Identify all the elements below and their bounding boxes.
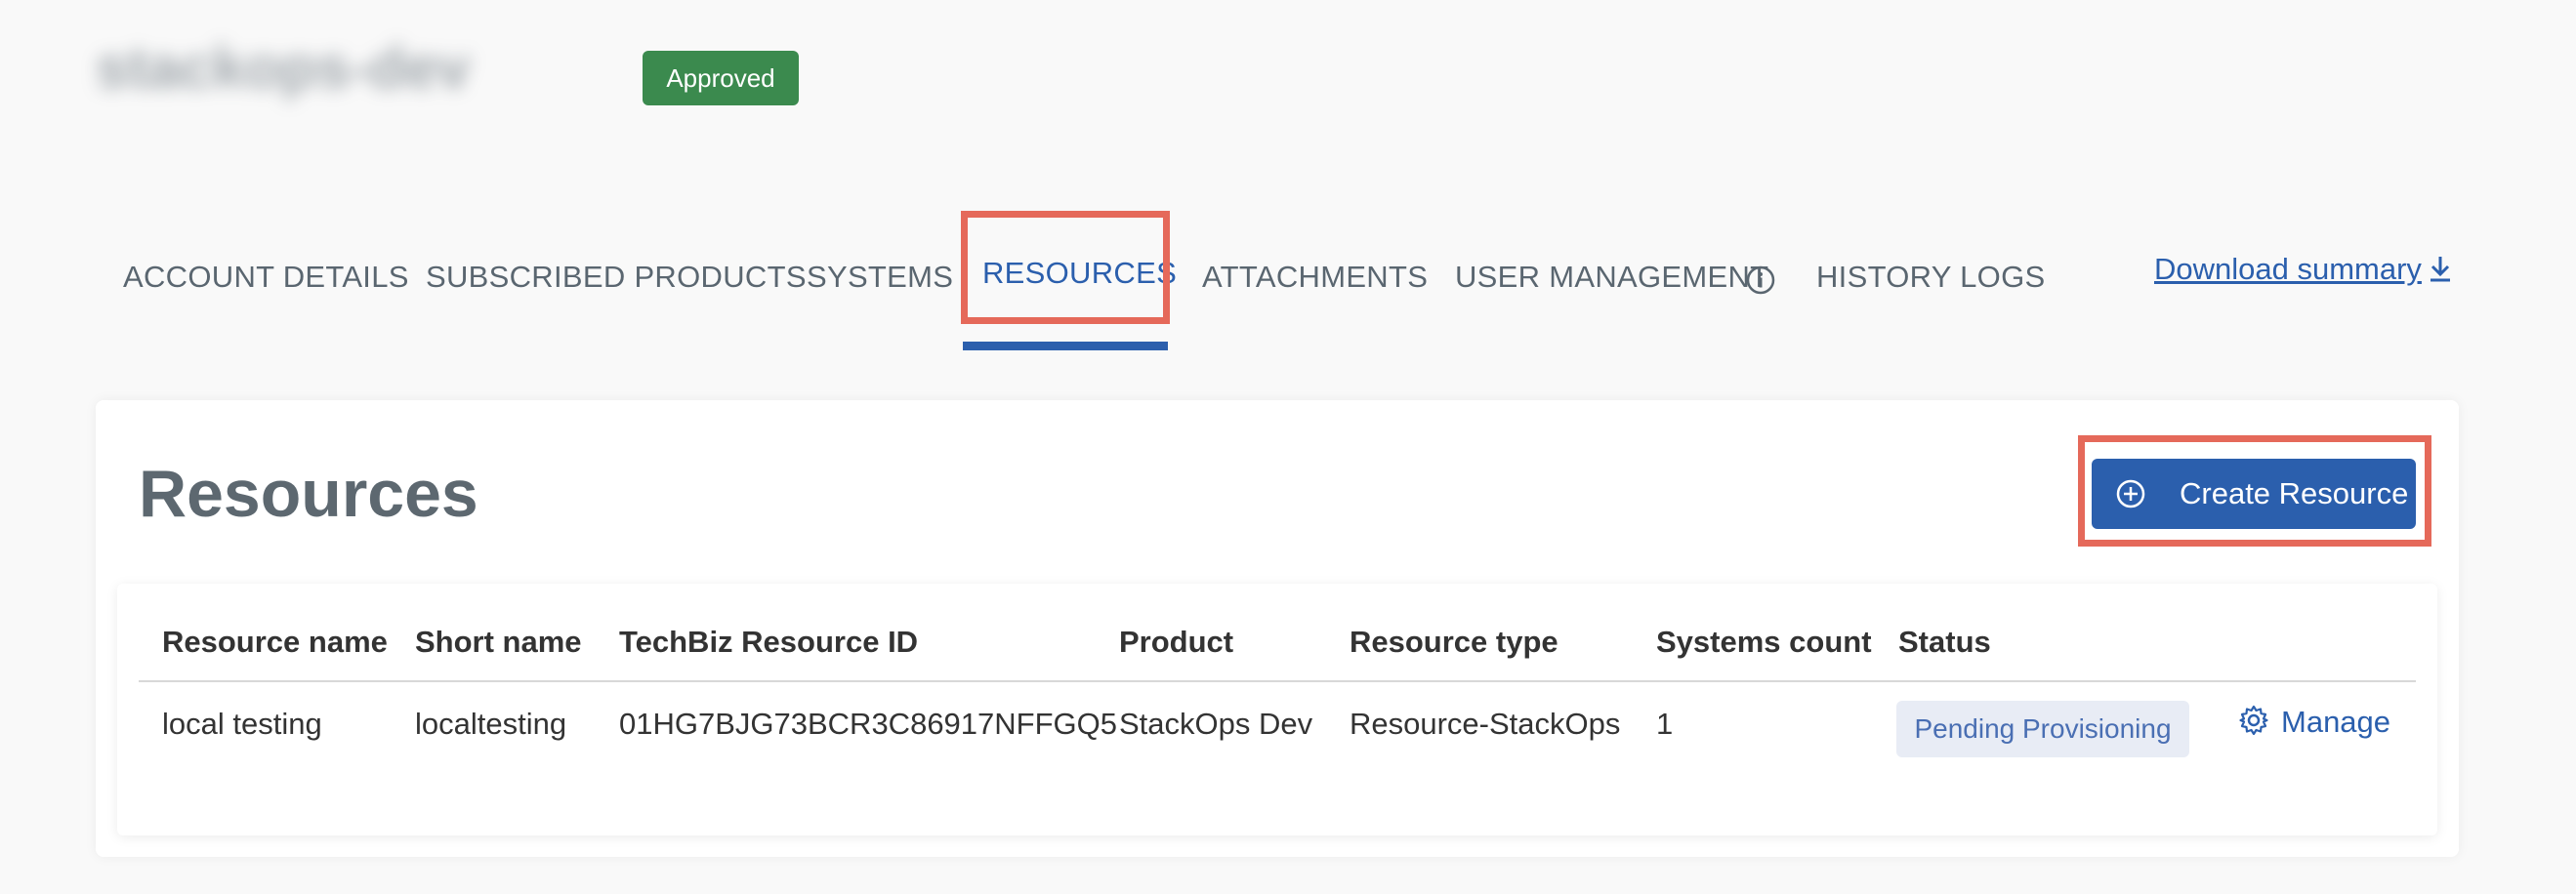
cell-resource-id: 01HG7BJG73BCR3C86917NFFGQ5: [619, 707, 1118, 741]
create-resource-button[interactable]: Create Resource: [2092, 459, 2416, 529]
create-resource-label: Create Resource: [2180, 476, 2409, 510]
column-header-status[interactable]: Status: [1898, 625, 1991, 660]
manage-link[interactable]: Manage: [2238, 705, 2390, 740]
cell-resource-type: Resource-StackOps: [1350, 707, 1621, 741]
status-badge: Pending Provisioning: [1896, 701, 2189, 757]
tab-account-details[interactable]: ACCOUNT DETAILS: [123, 260, 409, 295]
tab-resources[interactable]: RESOURCES: [982, 256, 1177, 291]
status-badge-approved: Approved: [643, 51, 799, 105]
column-header-resource-type[interactable]: Resource type: [1350, 625, 1558, 660]
column-header-product[interactable]: Product: [1119, 625, 1233, 660]
cell-product: StackOps Dev: [1119, 707, 1313, 741]
column-header-systems-count[interactable]: Systems count: [1656, 625, 1872, 660]
download-summary-link[interactable]: Download summary: [2154, 252, 2453, 287]
tab-history-logs[interactable]: HISTORY LOGS: [1816, 260, 2045, 295]
page-title: Resources: [139, 457, 478, 531]
active-tab-indicator: [963, 342, 1168, 350]
account-title: stackops-dev: [96, 35, 471, 101]
cell-systems-count: 1: [1656, 707, 1674, 741]
download-icon: [2430, 257, 2450, 282]
info-icon[interactable]: [1746, 265, 1775, 295]
column-header-resource-id[interactable]: TechBiz Resource ID: [619, 625, 918, 660]
tab-user-management[interactable]: USER MANAGEMENT: [1455, 260, 1768, 295]
cell-short-name: localtesting: [415, 707, 567, 741]
manage-label: Manage: [2281, 705, 2391, 739]
column-header-resource-name[interactable]: Resource name: [162, 625, 388, 660]
table-header-divider: [139, 680, 2416, 682]
download-summary-label: Download summary: [2154, 252, 2422, 286]
plus-circle-icon: [2116, 479, 2145, 508]
cell-resource-name: local testing: [162, 707, 322, 741]
tab-attachments[interactable]: ATTACHMENTS: [1202, 260, 1428, 295]
tab-systems[interactable]: SYSTEMS: [807, 260, 953, 295]
column-header-short-name[interactable]: Short name: [415, 625, 582, 660]
tab-subscribed-products[interactable]: SUBSCRIBED PRODUCTS: [426, 260, 807, 295]
gear-icon: [2239, 705, 2268, 736]
